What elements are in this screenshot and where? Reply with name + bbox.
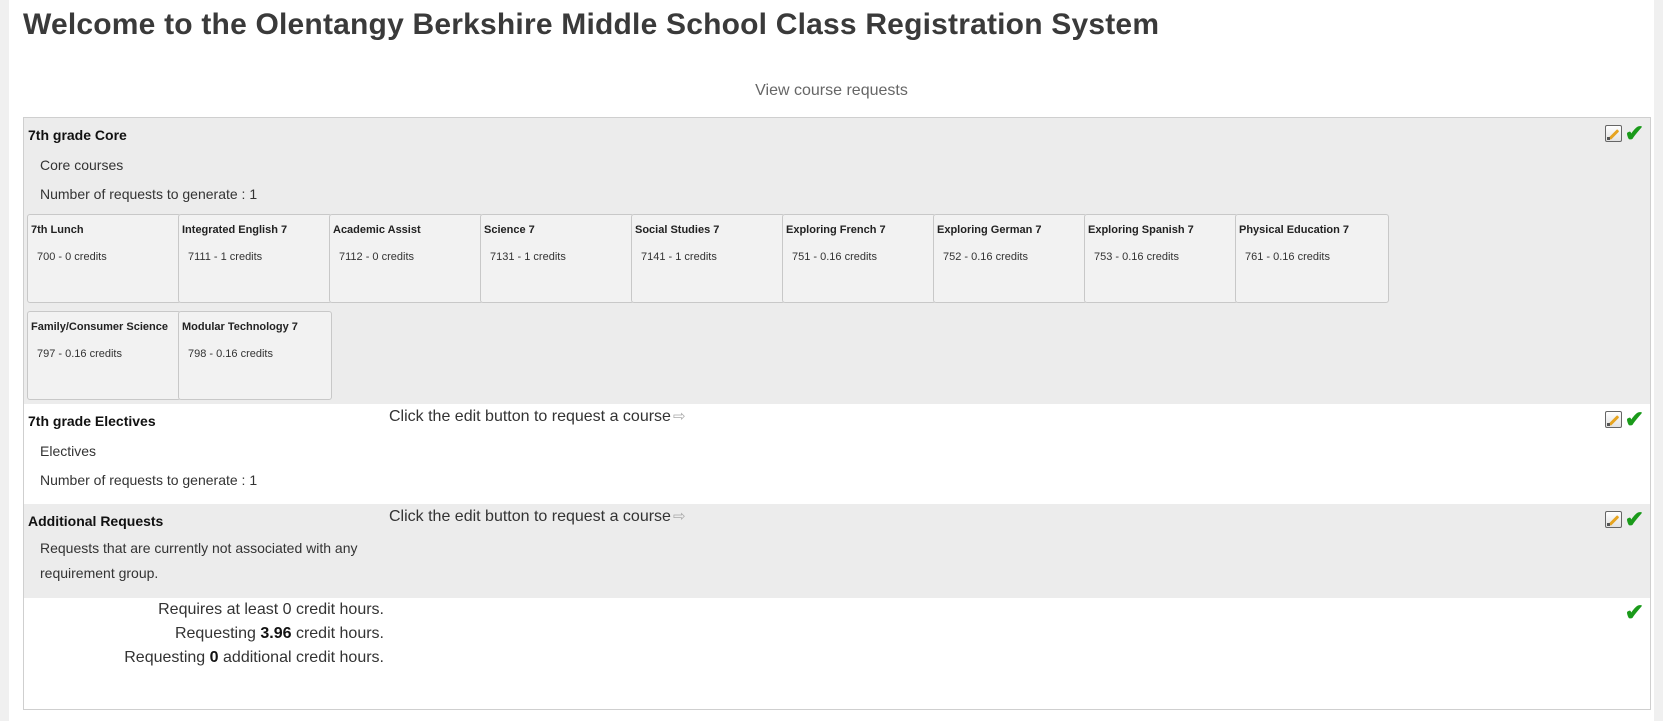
edit-hint: Click the edit button to request a cours… — [389, 507, 686, 526]
course-card[interactable]: Exploring German 7 752 - 0.16 credits — [933, 214, 1087, 303]
course-name: Physical Education 7 — [1239, 224, 1350, 236]
course-meta: 7141 - 1 credits — [641, 251, 717, 263]
group-description-line: requirement group. — [40, 565, 159, 581]
course-name: Family/Consumer Science — [31, 321, 168, 333]
additional-suffix: additional credit hours. — [223, 649, 384, 666]
course-meta: 753 - 0.16 credits — [1094, 251, 1179, 263]
check-icon: ✔ — [1624, 506, 1644, 532]
course-meta: 7131 - 1 credits — [490, 251, 566, 263]
arrow-right-icon: ⇨ — [672, 408, 686, 425]
check-icon: ✔ — [1624, 599, 1644, 625]
group-actions: ✔ — [1604, 406, 1644, 432]
course-meta: 751 - 0.16 credits — [792, 251, 877, 263]
requires-credit-text: Requires at least 0 credit hours. — [158, 601, 384, 618]
additional-value: 0 — [209, 649, 219, 666]
edit-hint-text: Click the edit button to request a cours… — [389, 408, 671, 425]
course-name: Exploring German 7 — [937, 224, 1042, 236]
check-icon: ✔ — [1624, 406, 1644, 432]
group-description: Electives — [40, 443, 97, 459]
group-title: Additional Requests — [28, 513, 164, 529]
requirements-panel: 7th grade Core ✔ Core courses Number of … — [23, 117, 1651, 710]
summary-actions: ✔ — [1624, 599, 1644, 625]
course-meta: 761 - 0.16 credits — [1245, 251, 1330, 263]
credit-summary: Requires at least 0 credit hours. Reques… — [24, 598, 1650, 709]
course-name: Integrated English 7 — [182, 224, 288, 236]
course-name: Exploring French 7 — [786, 224, 886, 236]
course-card[interactable]: 7th Lunch 700 - 0 credits — [27, 214, 181, 303]
course-meta: 7112 - 0 credits — [339, 251, 415, 263]
course-meta: 7111 - 1 credits — [188, 251, 263, 263]
group-description-line: Requests that are currently not associat… — [40, 540, 358, 556]
edit-hint: Click the edit button to request a cours… — [389, 407, 686, 426]
edit-hint-text: Click the edit button to request a cours… — [389, 508, 671, 525]
requests-count: Number of requests to generate : 1 — [40, 472, 258, 488]
course-name: Modular Technology 7 — [182, 321, 298, 333]
additional-credit-text: Requesting 0 additional credit hours. — [24, 649, 384, 667]
course-meta: 797 - 0.16 credits — [37, 348, 122, 360]
course-name: Academic Assist — [333, 224, 421, 236]
page: Welcome to the Olentangy Berkshire Middl… — [9, 0, 1654, 721]
course-card[interactable]: Physical Education 7 761 - 0.16 credits — [1235, 214, 1389, 303]
course-name: Social Studies 7 — [635, 224, 720, 236]
course-name: Science 7 — [484, 224, 535, 236]
course-meta: 700 - 0 credits — [37, 251, 107, 263]
group-description: Requests that are currently not associat… — [40, 536, 358, 586]
course-card[interactable]: Integrated English 7 7111 - 1 credits — [178, 214, 332, 303]
page-title: Welcome to the Olentangy Berkshire Middl… — [23, 8, 1160, 41]
course-card[interactable]: Science 7 7131 - 1 credits — [480, 214, 634, 303]
group-title: 7th grade Electives — [28, 413, 156, 429]
group-title: 7th grade Core — [28, 127, 127, 143]
course-card[interactable]: Academic Assist 7112 - 0 credits — [329, 214, 483, 303]
requesting-prefix: Requesting — [174, 625, 256, 642]
additional-prefix: Requesting — [124, 649, 206, 666]
course-name: 7th Lunch — [31, 224, 84, 236]
requesting-credit-text: Requesting 3.96 credit hours. — [24, 625, 384, 643]
group-7th-grade-electives: 7th grade Electives Click the edit butto… — [24, 404, 1650, 504]
requesting-value: 3.96 — [260, 625, 292, 642]
group-actions: ✔ — [1604, 120, 1644, 146]
course-name: Exploring Spanish 7 — [1088, 224, 1194, 236]
group-7th-grade-core: 7th grade Core ✔ Core courses Number of … — [24, 118, 1650, 404]
course-meta: 798 - 0.16 credits — [188, 348, 273, 360]
requests-count: Number of requests to generate : 1 — [40, 186, 258, 202]
course-card[interactable]: Exploring Spanish 7 753 - 0.16 credits — [1084, 214, 1238, 303]
edit-icon[interactable] — [1604, 410, 1622, 428]
view-course-requests-link[interactable]: View course requests — [9, 82, 1654, 100]
group-description: Core courses — [40, 157, 124, 173]
requesting-suffix: credit hours. — [295, 625, 384, 642]
course-card[interactable]: Modular Technology 7 798 - 0.16 credits — [178, 311, 332, 400]
course-card[interactable]: Social Studies 7 7141 - 1 credits — [631, 214, 785, 303]
edit-icon[interactable] — [1604, 124, 1622, 142]
course-meta: 752 - 0.16 credits — [943, 251, 1028, 263]
group-additional-requests: Additional Requests Click the edit butto… — [24, 504, 1650, 598]
edit-icon[interactable] — [1604, 510, 1622, 528]
course-card[interactable]: Family/Consumer Science 797 - 0.16 credi… — [27, 311, 181, 400]
arrow-right-icon: ⇨ — [672, 508, 686, 525]
check-icon: ✔ — [1624, 120, 1644, 146]
group-actions: ✔ — [1604, 506, 1644, 532]
course-card[interactable]: Exploring French 7 751 - 0.16 credits — [782, 214, 936, 303]
